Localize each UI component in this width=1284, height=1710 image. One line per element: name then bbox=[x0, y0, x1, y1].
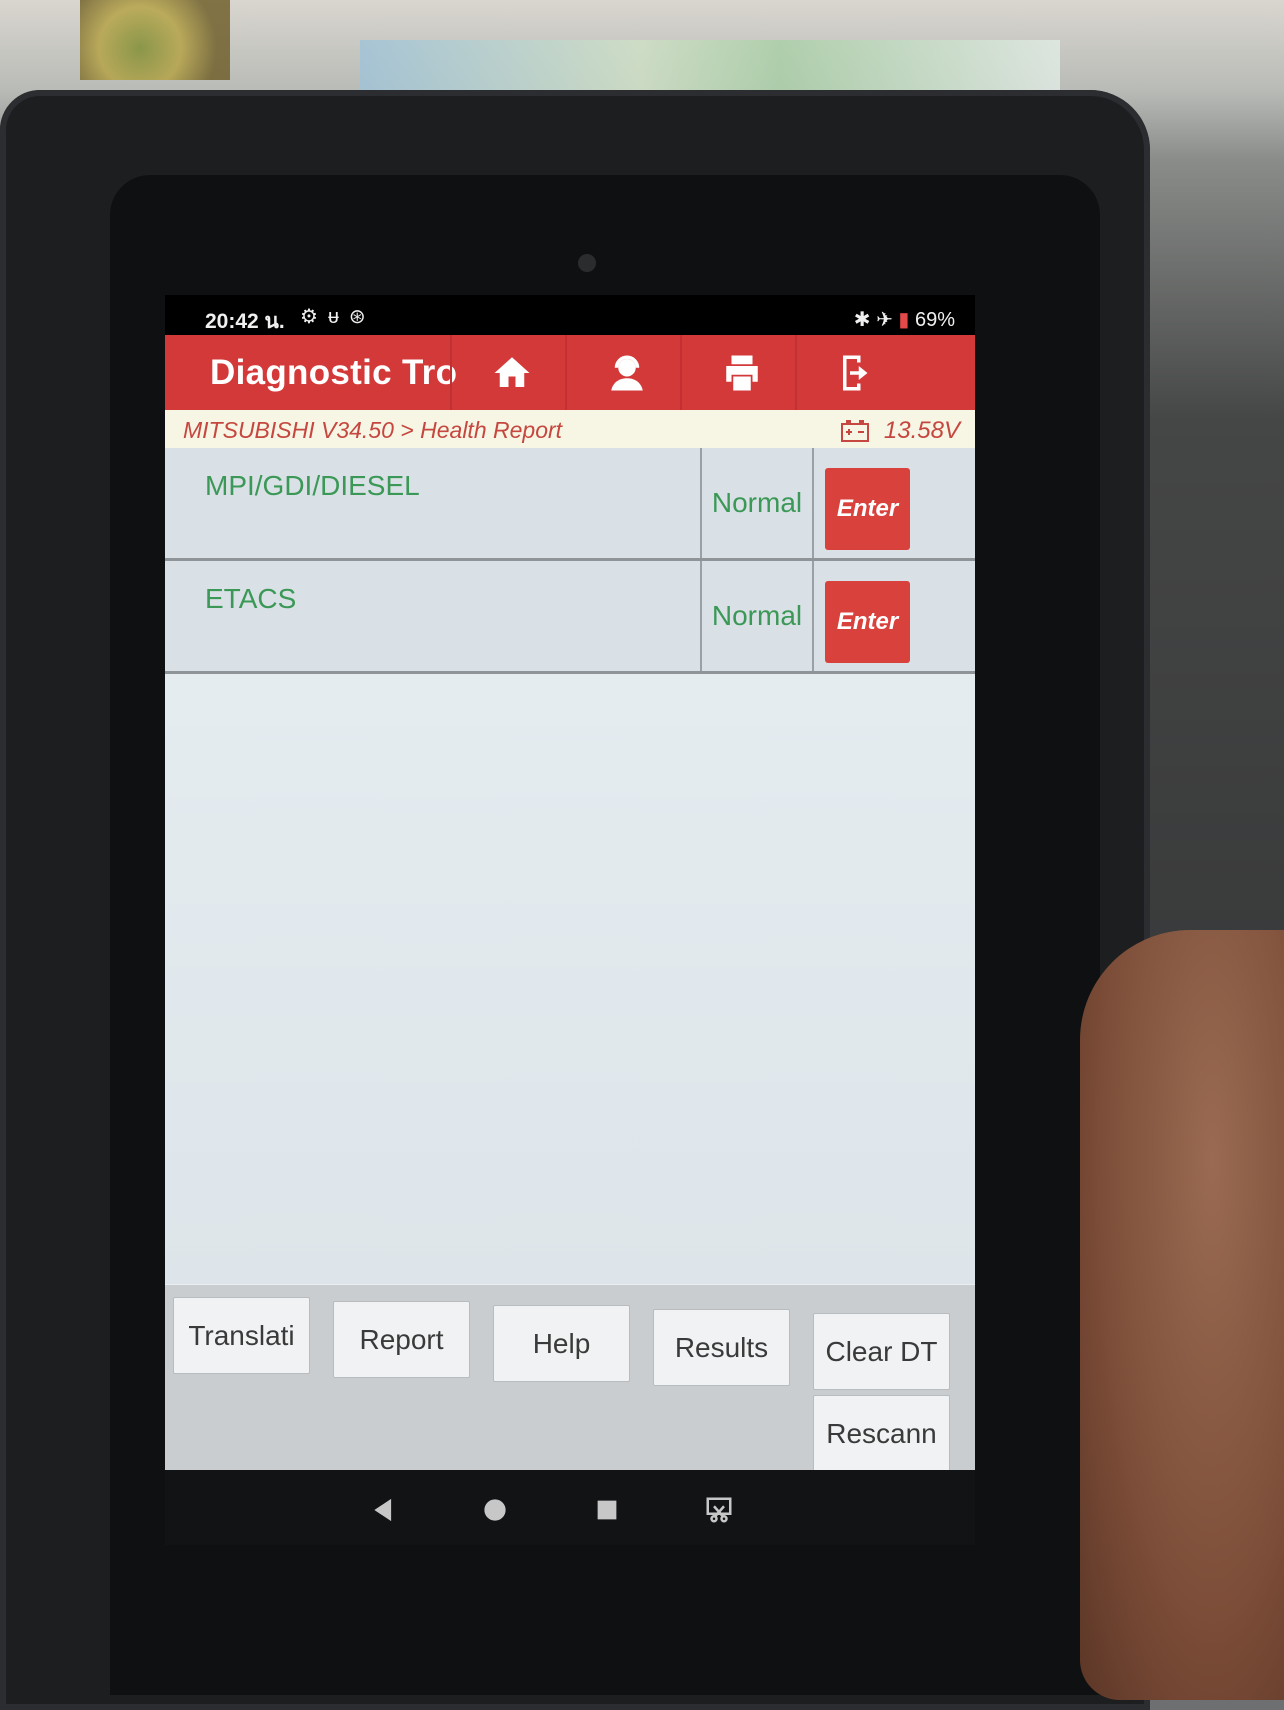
system-list: MPI/GDI/DIESEL Normal Enter ETACS Normal… bbox=[165, 448, 975, 674]
enter-button[interactable]: Enter bbox=[825, 581, 910, 663]
app-header: Diagnostic Tro bbox=[165, 335, 975, 410]
plant-background bbox=[80, 0, 230, 80]
home-nav-button[interactable] bbox=[477, 1492, 513, 1528]
enter-button[interactable]: Enter bbox=[825, 468, 910, 550]
battery-voltage: 13.58V bbox=[840, 417, 960, 445]
status-left-icons: ⚙ᵾ⊛ bbox=[300, 304, 376, 329]
airplane-icon: ✈ bbox=[876, 309, 893, 331]
app-title: Diagnostic Tro bbox=[210, 353, 458, 392]
android-nav-bar bbox=[165, 1470, 975, 1545]
home-circle-icon bbox=[484, 1499, 506, 1521]
back-triangle-icon bbox=[374, 1498, 392, 1522]
screenshot-button[interactable] bbox=[701, 1492, 737, 1528]
bluetooth-icon: ✱ bbox=[853, 309, 871, 331]
tablet-screen: 20:42 น. ⚙ᵾ⊛ ✱ ✈ ▮ 69% Diagnostic Tro MI… bbox=[165, 295, 975, 1545]
battery-level: 69% bbox=[914, 309, 955, 331]
status-time: 20:42 น. bbox=[205, 310, 285, 333]
voltage-value: 13.58V bbox=[883, 417, 960, 444]
list-item: ETACS Normal Enter bbox=[165, 561, 975, 674]
rescan-button[interactable]: Rescann bbox=[813, 1395, 950, 1472]
system-status: Normal bbox=[700, 561, 814, 671]
stethoscope-icon: ᵾ bbox=[327, 306, 349, 328]
battery-icon: ▮ bbox=[898, 309, 910, 331]
back-button[interactable] bbox=[365, 1492, 401, 1528]
front-camera bbox=[578, 254, 596, 272]
bottom-action-bar: Translati Report Help Results Clear DT R… bbox=[165, 1285, 975, 1472]
hand bbox=[1080, 930, 1284, 1700]
translate-button[interactable]: Translati bbox=[173, 1297, 310, 1374]
home-icon bbox=[494, 356, 530, 387]
recents-button[interactable] bbox=[589, 1492, 625, 1528]
results-button[interactable]: Results bbox=[653, 1309, 790, 1386]
printer-icon bbox=[726, 355, 758, 390]
system-status: Normal bbox=[700, 448, 814, 558]
clear-dtc-button[interactable]: Clear DT bbox=[813, 1313, 950, 1390]
exit-button[interactable] bbox=[795, 335, 917, 410]
support-agent-icon bbox=[611, 355, 643, 390]
recents-square-icon bbox=[597, 1500, 617, 1520]
print-button[interactable] bbox=[680, 335, 802, 410]
system-name: MPI/GDI/DIESEL bbox=[205, 470, 420, 501]
gear-icon: ⚙ bbox=[300, 306, 328, 328]
exit-icon bbox=[843, 355, 868, 390]
breadcrumb-bar: MITSUBISHI V34.50 > Health Report 13.58V bbox=[165, 410, 975, 448]
car-battery-icon bbox=[840, 420, 869, 442]
report-button[interactable]: Report bbox=[333, 1301, 470, 1378]
status-bar: 20:42 น. ⚙ᵾ⊛ ✱ ✈ ▮ 69% bbox=[165, 295, 975, 335]
screenshot-scissors-icon bbox=[706, 1497, 732, 1523]
list-item: MPI/GDI/DIESEL Normal Enter bbox=[165, 448, 975, 561]
home-button[interactable] bbox=[450, 335, 572, 410]
breadcrumb: MITSUBISHI V34.50 > Health Report bbox=[183, 417, 563, 443]
empty-list-area bbox=[165, 674, 975, 1284]
status-right-icons: ✱ ✈ ▮ 69% bbox=[854, 307, 955, 332]
help-button[interactable]: Help bbox=[493, 1305, 630, 1382]
car-diag-icon: ⊛ bbox=[348, 306, 376, 328]
support-button[interactable] bbox=[565, 335, 687, 410]
system-name: ETACS bbox=[205, 583, 297, 614]
